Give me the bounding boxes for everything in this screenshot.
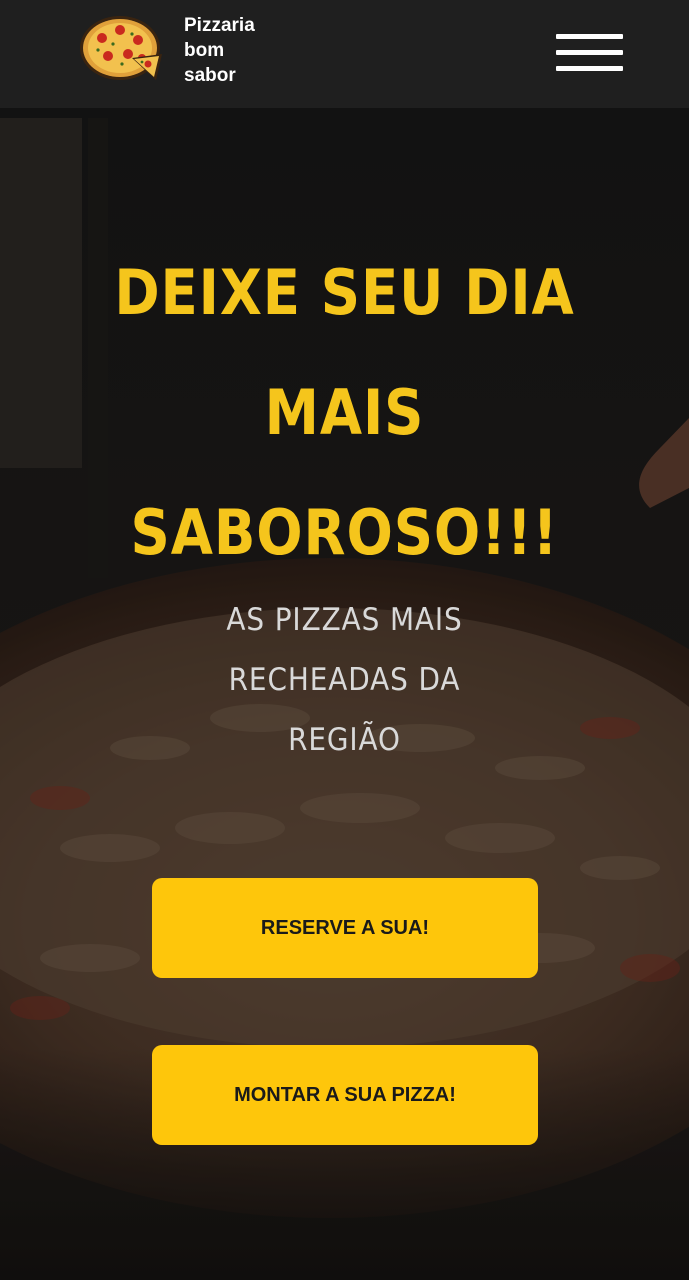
- hero-title-line-2: MAIS: [264, 376, 425, 449]
- hero-subtitle-line-1: AS PIZZAS MAIS: [226, 602, 463, 638]
- reserve-button[interactable]: RESERVE A SUA!: [152, 878, 538, 978]
- hero-title-line-1: DEIXE SEU DIA: [114, 256, 575, 329]
- hamburger-menu-icon[interactable]: [552, 30, 626, 80]
- hero-subtitle-line-2: RECHEADAS DA: [228, 662, 461, 698]
- hero-content: DEIXE SEU DIA MAIS SABOROSO!!! AS PIZZAS…: [0, 108, 689, 1280]
- pizza-logo-icon[interactable]: [80, 14, 172, 88]
- brand-line-3: sabor: [184, 65, 236, 86]
- hero-subtitle: AS PIZZAS MAIS RECHEADAS DA REGIÃO: [169, 590, 519, 770]
- hero-title: DEIXE SEU DIA MAIS SABOROSO!!!: [77, 233, 613, 593]
- top-navbar: Pizzaria bom sabor: [0, 0, 689, 108]
- hero-section: DEIXE SEU DIA MAIS SABOROSO!!! AS PIZZAS…: [0, 108, 689, 1280]
- hero-subtitle-line-3: REGIÃO: [288, 722, 401, 758]
- menu-bar-middle: [556, 50, 623, 55]
- page: Pizzaria bom sabor DEIXE SEU DIA MAIS SA…: [0, 0, 689, 1280]
- hero-title-line-3: SABOROSO!!!: [130, 496, 559, 569]
- menu-bar-bottom: [556, 66, 623, 71]
- menu-bar-top: [556, 34, 623, 39]
- brand-name[interactable]: Pizzaria bom sabor: [184, 13, 304, 88]
- brand-line-2: bom: [184, 40, 225, 61]
- build-pizza-button[interactable]: MONTAR A SUA PIZZA!: [152, 1045, 538, 1145]
- brand-line-1: Pizzaria: [184, 15, 255, 36]
